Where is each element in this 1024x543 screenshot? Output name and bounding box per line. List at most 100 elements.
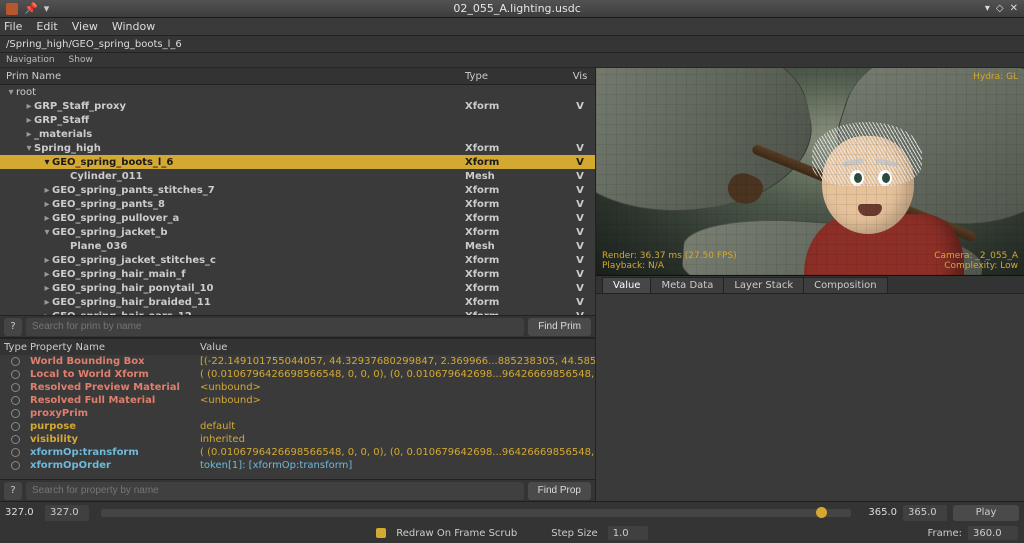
property-row[interactable]: xformOp:transform( (0.010679642669856654… [0,446,595,459]
minimize-icon[interactable]: ▾ [985,3,990,14]
menu-view[interactable]: View [72,20,98,33]
tree-item-label: GEO_spring_hair_braided_11 [52,297,211,308]
menu-edit[interactable]: Edit [36,20,57,33]
tree-row[interactable]: Cylinder_011MeshV [0,169,595,183]
tree-row[interactable]: ▸GRP_Staff [0,113,595,127]
property-type-icon [11,383,20,392]
property-row[interactable]: Local to World Xform( (0.010679642669856… [0,368,595,381]
tree-row[interactable]: ▸GEO_spring_hair_main_fXformV [0,267,595,281]
play-button[interactable]: Play [953,505,1019,521]
col-prop-name[interactable]: Property Name [30,342,200,353]
tree-item-type: Xform [465,101,565,112]
tree-row[interactable]: ▾Spring_highXformV [0,141,595,155]
tree-row[interactable]: ▸GEO_spring_pants_stitches_7XformV [0,183,595,197]
tree-item-vis[interactable]: V [565,199,595,210]
tree-row[interactable]: ▸GEO_spring_jacket_stitches_cXformV [0,253,595,267]
tab-layerstack[interactable]: Layer Stack [723,277,804,293]
property-type-icon [11,448,20,457]
tree-item-vis[interactable]: V [565,227,595,238]
end-frame-input[interactable]: 365.0 [903,505,947,521]
col-prop-type[interactable]: Type [0,342,30,353]
frame-input[interactable]: 360.0 [968,526,1018,540]
find-prop-button[interactable]: Find Prop [528,482,591,500]
disclosure-icon[interactable]: ▸ [42,255,52,266]
menu-window[interactable]: Window [112,20,155,33]
step-size-input[interactable]: 1.0 [608,526,648,540]
tree-item-type: Xform [465,283,565,294]
timeline-track[interactable] [101,509,851,517]
timeline-start: 327.0 [5,507,39,518]
tree-item-vis[interactable]: V [565,185,595,196]
menu-file[interactable]: File [4,20,22,33]
show-menu[interactable]: Show [69,55,93,65]
prim-path[interactable]: /Spring_high/GEO_spring_boots_l_6 [0,36,1024,53]
tab-value[interactable]: Value [602,277,651,293]
property-row[interactable]: visibilityinherited [0,433,595,446]
property-row[interactable]: purposedefault [0,420,595,433]
maximize-icon[interactable]: ◇ [996,3,1004,14]
tree-item-vis[interactable]: V [565,255,595,266]
disclosure-icon[interactable]: ▸ [42,185,52,196]
property-row[interactable]: Resolved Full Material<unbound> [0,394,595,407]
property-row[interactable]: proxyPrim [0,407,595,420]
search-prop-input[interactable] [26,482,524,500]
find-prim-button[interactable]: Find Prim [528,318,591,336]
help-button[interactable]: ? [4,318,22,336]
tree-item-vis[interactable]: V [565,297,595,308]
disclosure-icon[interactable]: ▾ [42,227,52,238]
tree-item-label: GEO_spring_boots_l_6 [52,157,173,168]
col-prop-value[interactable]: Value [200,342,595,353]
viewport[interactable]: Hydra: GL Render: 36.37 ms (27.50 FPS) P… [596,68,1024,276]
tree-row[interactable]: Plane_036MeshV [0,239,595,253]
timeline-handle[interactable] [816,507,827,518]
disclosure-icon[interactable]: ▸ [42,199,52,210]
col-type[interactable]: Type [465,71,565,82]
col-vis[interactable]: Vis [565,71,595,82]
disclosure-icon[interactable]: ▸ [24,129,34,140]
disclosure-icon[interactable]: ▾ [24,143,34,154]
tree-row[interactable]: ▸GEO_spring_pants_8XformV [0,197,595,211]
tree-item-vis[interactable]: V [565,283,595,294]
disclosure-icon[interactable]: ▾ [6,87,16,98]
property-row[interactable]: Resolved Preview Material<unbound> [0,381,595,394]
close-icon[interactable]: ✕ [1010,3,1018,14]
disclosure-icon[interactable]: ▸ [42,213,52,224]
pin-icon[interactable]: 📌 [24,2,38,15]
disclosure-icon[interactable]: ▸ [24,101,34,112]
tree-row[interactable]: ▸GEO_spring_hair_braided_11XformV [0,295,595,309]
disclosure-icon[interactable]: ▸ [42,283,52,294]
redraw-checkbox[interactable] [376,528,386,538]
help-button[interactable]: ? [4,482,22,500]
tab-composition[interactable]: Composition [803,277,887,293]
disclosure-icon[interactable]: ▸ [42,297,52,308]
tree-item-vis[interactable]: V [565,101,595,112]
tree-row[interactable]: ▸GEO_spring_pullover_aXformV [0,211,595,225]
tree-row[interactable]: ▾root [0,85,595,99]
disclosure-icon[interactable]: ▸ [42,269,52,280]
property-row[interactable]: World Bounding Box[(-22.149101755044057,… [0,355,595,368]
col-prim-name[interactable]: Prim Name [0,71,465,82]
tree-header: Prim Name Type Vis [0,68,595,85]
navigation-menu[interactable]: Navigation [6,55,55,65]
tree-item-vis[interactable]: V [565,269,595,280]
tree-item-type: Xform [465,227,565,238]
disclosure-icon[interactable]: ▸ [24,115,34,126]
tree-item-vis[interactable]: V [565,213,595,224]
tree-row[interactable]: ▾GEO_spring_jacket_bXformV [0,225,595,239]
tree-item-vis[interactable]: V [565,157,595,168]
tree-row[interactable]: ▾GEO_spring_boots_l_6XformV [0,155,595,169]
tree-row[interactable]: ▸_materials [0,127,595,141]
tree-row[interactable]: ▸GEO_spring_hair_ponytail_10XformV [0,281,595,295]
property-list[interactable]: World Bounding Box[(-22.149101755044057,… [0,355,595,479]
tree-item-label: Spring_high [34,143,101,154]
disclosure-icon[interactable]: ▾ [42,157,52,168]
tab-metadata[interactable]: Meta Data [650,277,724,293]
tree-item-vis[interactable]: V [565,241,595,252]
start-frame-input[interactable]: 327.0 [45,505,89,521]
tree-item-vis[interactable]: V [565,143,595,154]
tree-item-vis[interactable]: V [565,171,595,182]
prim-tree[interactable]: ▾root▸GRP_Staff_proxyXformV▸GRP_Staff▸_m… [0,85,595,315]
property-row[interactable]: xformOpOrdertoken[1]: [xformOp:transform… [0,459,595,472]
search-prim-input[interactable] [26,318,524,336]
tree-row[interactable]: ▸GRP_Staff_proxyXformV [0,99,595,113]
